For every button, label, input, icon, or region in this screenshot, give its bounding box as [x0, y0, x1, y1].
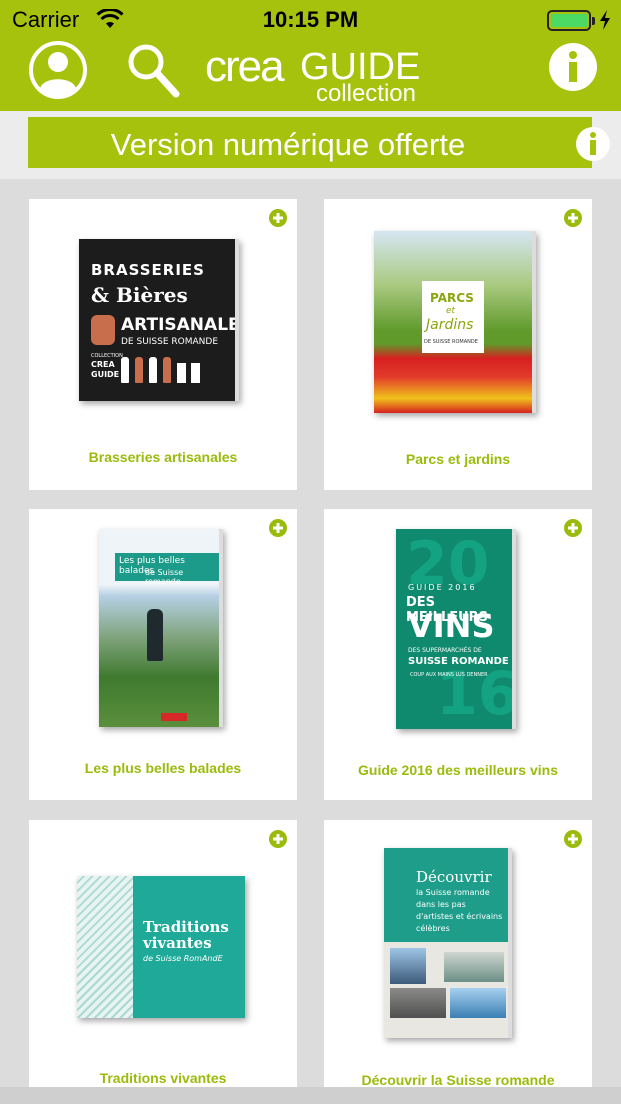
add-icon[interactable] — [269, 209, 287, 227]
book-title[interactable]: Guide 2016 des meilleurs vins — [324, 762, 592, 778]
info-icon[interactable] — [575, 126, 611, 162]
add-icon[interactable] — [564, 519, 582, 537]
cover-photo — [390, 988, 446, 1018]
book-cover[interactable]: BRASSERIES & Bières ARTISANALES DE SUISS… — [79, 239, 239, 401]
hiker-figure — [147, 609, 163, 661]
book-title[interactable]: Découvrir la Suisse romande — [324, 1072, 592, 1088]
cover-badge — [161, 713, 187, 721]
cover-text: & Bières — [91, 283, 188, 307]
add-icon[interactable] — [269, 519, 287, 537]
book-cover[interactable]: PARCS et Jardins DE SUISSE ROMANDE — [374, 231, 536, 413]
status-bar: Carrier 10:15 PM — [0, 0, 621, 40]
cover-text: ARTISANALES — [121, 315, 239, 335]
cover-text: PARCS — [430, 291, 474, 305]
bottle-icon — [121, 357, 129, 383]
cover-text: GUIDE — [91, 370, 120, 379]
cover-photo — [390, 948, 426, 984]
book-cover[interactable]: 20 16 GUIDE 2016 DES MEILLEURS VINS DES … — [396, 529, 516, 729]
cover-text: 16 — [436, 659, 516, 729]
bottle-icon — [163, 357, 171, 383]
cover-text: de Suisse RomAndE — [143, 954, 223, 963]
cover-photo — [444, 952, 504, 982]
search-icon[interactable] — [122, 40, 182, 100]
cover-text: dans les pas — [416, 900, 466, 909]
cover-pattern — [77, 876, 133, 1018]
book-title[interactable]: Les plus belles balades — [29, 760, 297, 776]
add-icon[interactable] — [564, 209, 582, 227]
glass-icon — [177, 363, 186, 383]
cover-text: et — [446, 306, 456, 316]
book-title[interactable]: Parcs et jardins — [324, 451, 592, 467]
glass-icon — [191, 363, 200, 383]
nav-bar: crea GUIDE collection — [0, 40, 621, 111]
cover-text: DE SUISSE ROMANDE — [424, 339, 478, 345]
clock-label: 10:15 PM — [262, 7, 359, 32]
book-title[interactable]: Traditions vivantes — [29, 1070, 297, 1086]
book-cover[interactable]: Les plus belles balades de Suisse romand… — [99, 529, 223, 727]
cover-text: GUIDE 2016 — [408, 583, 477, 592]
cover-text: Découvrir — [416, 868, 492, 886]
book-cover[interactable]: Découvrir la Suisse romande dans les pas… — [384, 848, 512, 1038]
book-card[interactable]: 20 16 GUIDE 2016 DES MEILLEURS VINS DES … — [324, 509, 592, 800]
book-card[interactable]: Traditions vivantes de Suisse RomAndE Tr… — [29, 820, 297, 1087]
cover-text: VINS — [408, 607, 495, 645]
offer-banner[interactable]: Version numérique offerte — [28, 117, 610, 168]
info-icon[interactable] — [548, 42, 598, 92]
cover-text: COLLECTION — [91, 353, 123, 359]
bottom-spacer — [0, 1087, 621, 1104]
book-cover[interactable]: Traditions vivantes de Suisse RomAndE — [77, 876, 245, 1018]
cover-text: CREA — [91, 360, 115, 369]
add-icon[interactable] — [564, 830, 582, 848]
book-card[interactable]: Découvrir la Suisse romande dans les pas… — [324, 820, 592, 1088]
cover-photo — [450, 988, 506, 1018]
bottle-icon — [135, 357, 143, 383]
cover-text: d'artistes et écrivains — [416, 912, 503, 921]
cover-text: vivantes — [143, 934, 212, 952]
cover-text: de Suisse romande — [145, 568, 184, 586]
cover-text: BRASSERIES — [91, 261, 205, 279]
logo-collection-text: collection — [315, 80, 416, 107]
barrel-icon — [91, 315, 115, 345]
cover-text: DES SUPERMARCHÉS DE — [408, 647, 482, 654]
profile-icon[interactable] — [28, 40, 88, 100]
battery-icon — [547, 10, 595, 31]
cover-text: COUP AUX MAINS LUS DENNER — [410, 672, 488, 678]
cover-text: célèbres — [416, 924, 450, 933]
bottle-icon — [149, 357, 157, 383]
book-card[interactable]: Les plus belles balades de Suisse romand… — [29, 509, 297, 800]
app-logo: crea GUIDE collection — [205, 40, 420, 107]
logo-crea-text: crea — [205, 42, 285, 91]
cover-text: Jardins — [426, 317, 474, 333]
book-card[interactable]: PARCS et Jardins DE SUISSE ROMANDE Parcs… — [324, 199, 592, 490]
offer-banner-text: Version numérique offerte — [110, 127, 466, 162]
cover-text: SUISSE ROMANDE — [408, 656, 509, 667]
charging-icon — [600, 10, 610, 30]
cover-text: DE SUISSE ROMANDE — [121, 337, 219, 347]
add-icon[interactable] — [269, 830, 287, 848]
cover-text: la Suisse romande — [416, 888, 490, 897]
banner-area: Version numérique offerte — [0, 111, 621, 179]
book-title[interactable]: Brasseries artisanales — [29, 449, 297, 465]
book-card[interactable]: BRASSERIES & Bières ARTISANALES DE SUISS… — [29, 199, 297, 490]
